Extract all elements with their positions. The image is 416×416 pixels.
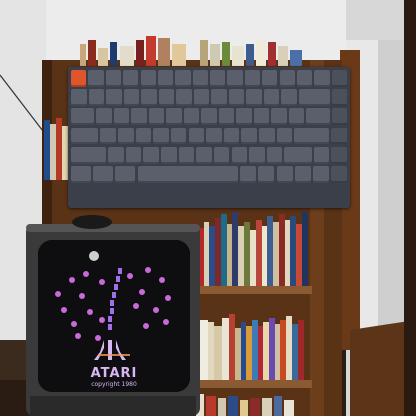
keyboard-key[interactable]: [192, 70, 208, 87]
keyboard-key[interactable]: [118, 127, 134, 145]
keyboard-key[interactable]: [123, 89, 139, 106]
keyboard-key[interactable]: [298, 89, 330, 106]
keyboard-key[interactable]: [296, 70, 313, 87]
keyboard-key[interactable]: [284, 146, 312, 164]
keyboard-key[interactable]: [175, 70, 191, 87]
tv-atari-brand-text: ATARI: [90, 366, 138, 381]
keyboard-key[interactable]: [108, 146, 124, 164]
keyboard-key[interactable]: [71, 127, 99, 145]
keyboard-key[interactable]: [105, 70, 122, 87]
keyboard-key[interactable]: [236, 108, 252, 126]
keyboard-key[interactable]: [276, 166, 293, 183]
mechanical-keyboard[interactable]: [68, 67, 350, 208]
keyboard-key[interactable]: [271, 108, 287, 126]
keyboard-key[interactable]: [331, 146, 347, 164]
keyboard-key[interactable]: [259, 127, 275, 145]
keyboard-key[interactable]: [148, 108, 165, 126]
keyboard-key[interactable]: [231, 146, 248, 164]
keyboard-key[interactable]: [306, 108, 330, 126]
keyboard-key[interactable]: [157, 70, 174, 87]
keyboard-key[interactable]: [213, 146, 230, 164]
keyboard-key[interactable]: [276, 127, 293, 145]
keyboard-key[interactable]: [312, 166, 329, 183]
keyboard-key[interactable]: [141, 89, 157, 106]
keyboard-key[interactable]: [106, 89, 122, 106]
keyboard-key[interactable]: [135, 127, 152, 145]
keyboard-key[interactable]: [331, 108, 347, 126]
keyboard-key[interactable]: [71, 146, 107, 164]
keyboard-key[interactable]: [266, 146, 283, 164]
keyboard-key[interactable]: [113, 108, 130, 126]
keyboard-key[interactable]: [71, 166, 92, 183]
keyboard-key[interactable]: [131, 108, 147, 126]
keyboard-key[interactable]: [153, 127, 169, 145]
keyboard-key[interactable]: [262, 70, 278, 87]
keyboard-key[interactable]: [140, 70, 156, 87]
photo-scene: ATARI copyright 1980: [0, 0, 416, 416]
keyboard-key[interactable]: [125, 146, 142, 164]
keyboard-key[interactable]: [88, 89, 104, 106]
keyboard-key[interactable]: [88, 70, 104, 87]
keyboard-key[interactable]: [294, 127, 330, 145]
keyboard-key[interactable]: [246, 89, 262, 106]
keyboard-key[interactable]: [210, 70, 226, 87]
keyboard-key[interactable]: [71, 89, 87, 106]
keyboard-key[interactable]: [166, 108, 182, 126]
keyboard-key[interactable]: [137, 166, 239, 183]
keyboard-key[interactable]: [211, 89, 227, 106]
escape-key[interactable]: [71, 70, 87, 87]
keyboard-key[interactable]: [263, 89, 279, 106]
keyboard-key[interactable]: [206, 127, 222, 145]
keyboard-key[interactable]: [218, 108, 235, 126]
keyboard-key[interactable]: [93, 166, 114, 183]
keyboard-key[interactable]: [176, 89, 192, 106]
keyboard-key[interactable]: [330, 166, 347, 183]
keyboard-key[interactable]: [288, 108, 305, 126]
keyboard-key[interactable]: [313, 146, 330, 164]
keyboard-key[interactable]: [241, 127, 257, 145]
keyboard-key[interactable]: [253, 108, 270, 126]
keyboard-key[interactable]: [240, 166, 257, 183]
keyboard-key[interactable]: [279, 70, 295, 87]
keyboard-key[interactable]: [143, 146, 159, 164]
keyboard-key[interactable]: [183, 108, 200, 126]
keyboard-key[interactable]: [331, 89, 347, 106]
keyboard-key[interactable]: [228, 89, 244, 106]
keyboard-key[interactable]: [258, 166, 275, 183]
keyboard-key[interactable]: [158, 89, 174, 106]
keyboard-key[interactable]: [71, 108, 95, 126]
keyboard-key[interactable]: [244, 70, 261, 87]
keyboard-key[interactable]: [100, 127, 116, 145]
keyboard-key[interactable]: [96, 108, 112, 126]
keyboard-key[interactable]: [249, 146, 265, 164]
keyboard-key[interactable]: [331, 70, 347, 87]
keyboard-key[interactable]: [201, 108, 217, 126]
keyboard-key[interactable]: [331, 127, 347, 145]
keyboard-key[interactable]: [193, 89, 209, 106]
keyboard-key[interactable]: [227, 70, 243, 87]
keyboard-key[interactable]: [188, 127, 205, 145]
keyboard-key[interactable]: [178, 146, 195, 164]
keyboard-key[interactable]: [161, 146, 177, 164]
keyboard-key[interactable]: [294, 166, 311, 183]
tv-copyright-text: copyright 1980: [91, 381, 137, 388]
keyboard-key[interactable]: [170, 127, 187, 145]
keyboard-key[interactable]: [281, 89, 297, 106]
keyboard-key[interactable]: [123, 70, 139, 87]
keyboard-key[interactable]: [314, 70, 330, 87]
keyboard-key[interactable]: [115, 166, 136, 183]
keyboard-key[interactable]: [223, 127, 240, 145]
keyboard-key[interactable]: [196, 146, 212, 164]
